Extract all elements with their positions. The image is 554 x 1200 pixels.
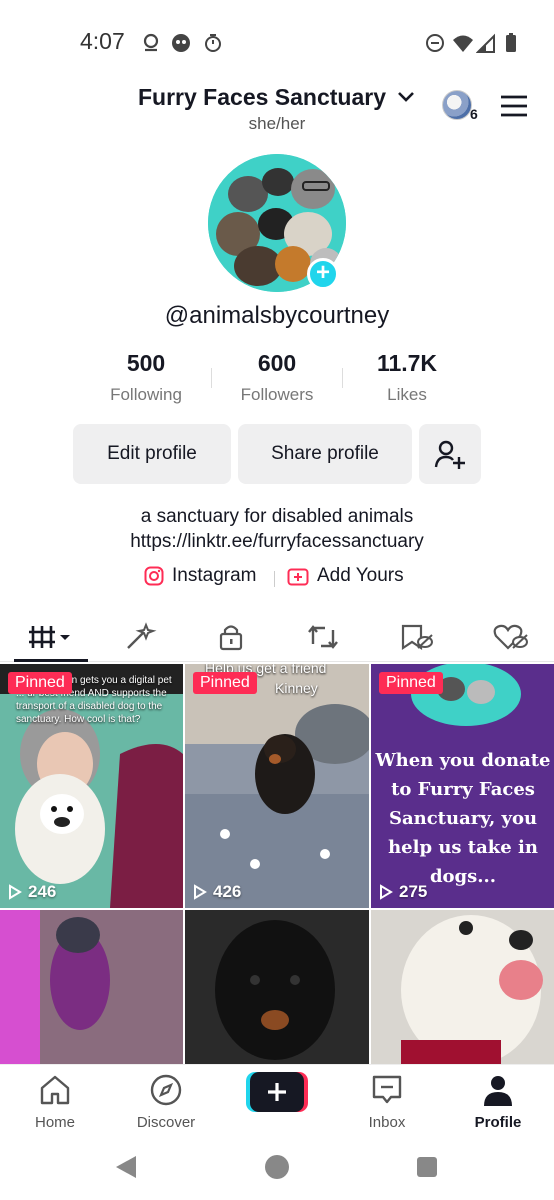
profile-header: Furry Faces Sanctuary she/her 6 (0, 82, 554, 138)
pinned-badge: Pinned (193, 672, 257, 694)
tab-liked-hidden-icon[interactable] (490, 622, 530, 652)
location-pin-icon (143, 33, 159, 52)
video-tile[interactable] (185, 910, 369, 1064)
tab-videos-grid-icon[interactable] (26, 622, 74, 652)
active-tab-underline (14, 659, 88, 662)
play-icon (194, 884, 207, 900)
view-count-value: 275 (399, 882, 428, 901)
video-thumbnail (185, 664, 369, 908)
video-caption: Kinney (275, 680, 318, 696)
nav-discover-label: Discover (136, 1114, 196, 1131)
pinned-badge: Pinned (379, 672, 443, 694)
stat-label: Following (110, 385, 182, 404)
chevron-down-icon[interactable] (396, 88, 416, 106)
nav-profile[interactable]: Profile (453, 1073, 543, 1131)
create-button[interactable] (246, 1072, 308, 1112)
compass-icon (150, 1074, 182, 1106)
nav-profile-label: Profile (474, 1114, 522, 1131)
video-tile[interactable]: When you donate to Furry Faces Sanctuary… (371, 664, 554, 908)
video-thumbnail (371, 910, 554, 1064)
play-icon (380, 884, 393, 900)
profile-links: Instagram Add Yours (0, 565, 554, 593)
tab-saved-hidden-icon[interactable] (395, 622, 435, 652)
stat-label: Likes (387, 385, 427, 404)
stat-value: 11.7K (376, 350, 438, 376)
bio-text: a sanctuary for disabled animals (140, 506, 414, 527)
battery-icon (506, 33, 516, 52)
home-icon (40, 1075, 70, 1105)
instagram-link[interactable]: Instagram (144, 565, 256, 587)
add-yours-icon (287, 568, 309, 586)
video-thumbnail (0, 910, 183, 1064)
wifi-icon (453, 35, 473, 52)
view-count: 426 (193, 882, 241, 902)
stat-likes[interactable]: 11.7K Likes (342, 350, 472, 405)
instagram-icon (144, 566, 164, 586)
tab-reposts-icon[interactable] (303, 622, 343, 652)
nav-home-label: Home (34, 1114, 75, 1131)
video-tile[interactable] (371, 910, 554, 1064)
add-yours-label: Add Yours (317, 565, 404, 586)
system-nav-bar (0, 1134, 554, 1200)
add-yours-link[interactable]: Add Yours (287, 565, 404, 587)
video-tile[interactable]: A $5 donation gets you a digital pet ...… (0, 664, 183, 908)
stat-label: Followers (240, 385, 314, 404)
add-person-icon (434, 440, 465, 469)
back-icon[interactable] (114, 1154, 138, 1180)
nav-inbox[interactable]: Inbox (342, 1073, 432, 1131)
controller-icon (172, 34, 190, 52)
video-tile[interactable] (0, 910, 183, 1064)
switch-account-count: 6 (470, 106, 478, 122)
nav-inbox-label: Inbox (368, 1114, 406, 1131)
tab-magic-wand-icon[interactable] (120, 622, 160, 652)
bottom-nav: Home Discover Inbox Profile (0, 1064, 554, 1134)
edit-profile-button[interactable]: Edit profile (73, 424, 231, 484)
play-icon (9, 884, 22, 900)
view-count-value: 426 (213, 882, 242, 901)
switch-account-avatar[interactable] (442, 90, 472, 120)
stat-followers[interactable]: 600 Followers (212, 350, 342, 405)
tab-private-lock-icon[interactable] (211, 622, 251, 652)
video-grid: A $5 donation gets you a digital pet ...… (0, 664, 554, 1064)
username: @animalsbycourtney (164, 302, 390, 329)
pinned-badge: Pinned (8, 672, 72, 694)
timer-icon (205, 34, 221, 52)
nav-discover[interactable]: Discover (121, 1073, 211, 1131)
nav-home[interactable]: Home (10, 1073, 100, 1131)
inbox-icon (372, 1075, 402, 1104)
recents-icon[interactable] (416, 1156, 438, 1178)
add-avatar-button[interactable]: + (307, 258, 339, 290)
video-thumbnail (185, 910, 369, 1064)
bio-link[interactable]: https://linktr.ee/furryfacessanctuary (0, 531, 554, 553)
menu-icon[interactable] (500, 94, 528, 118)
add-friends-button[interactable] (419, 424, 481, 484)
stat-value: 500 (126, 350, 166, 376)
view-count: 275 (379, 882, 427, 902)
signal-icon (476, 33, 495, 53)
video-tile[interactable]: Help us get a friend Kinney Pinned 426 (185, 664, 369, 908)
link-divider (274, 571, 275, 587)
home-circle-icon[interactable] (264, 1154, 290, 1180)
status-bar: 4:07 (0, 0, 554, 88)
profile-icon (484, 1076, 512, 1106)
profile-stats: 500 Following 600 Followers 11.7K Likes (0, 350, 554, 410)
do-not-disturb-icon (426, 34, 444, 52)
content-tabs (0, 612, 554, 662)
view-count-value: 246 (28, 882, 57, 901)
stat-value: 600 (257, 350, 297, 376)
video-text-overlay: When you donate to Furry Faces Sanctuary… (375, 750, 551, 887)
account-name[interactable]: Furry Faces Sanctuary (138, 84, 386, 111)
view-count: 246 (8, 882, 56, 902)
instagram-label: Instagram (172, 565, 257, 586)
stat-following[interactable]: 500 Following (81, 350, 211, 405)
share-profile-button[interactable]: Share profile (238, 424, 412, 484)
status-time: 4:07 (80, 28, 125, 54)
